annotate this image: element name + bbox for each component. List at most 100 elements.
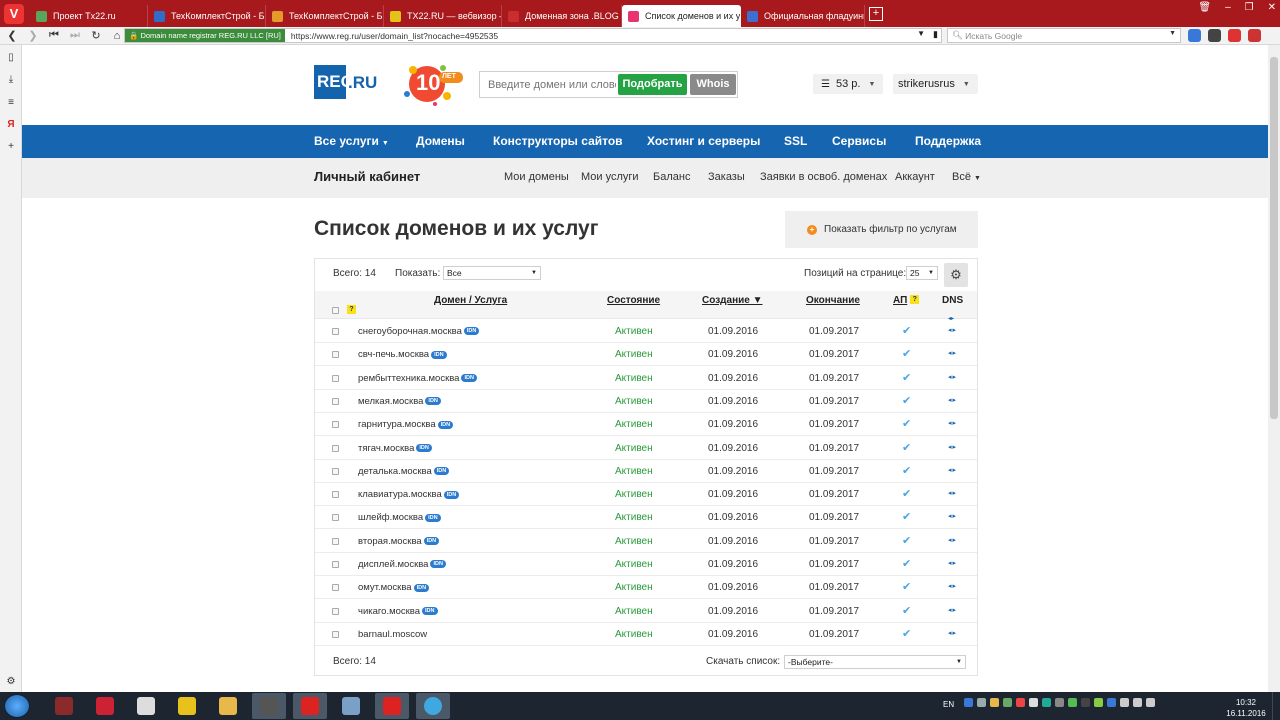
autorenew-check-icon[interactable]: ✔ xyxy=(902,487,911,500)
settings-icon[interactable]: ⚙ xyxy=(5,676,17,687)
nav-support[interactable]: Поддержка xyxy=(915,125,981,158)
taskbar-app-virtualbox[interactable] xyxy=(334,693,368,719)
new-tab-icon[interactable]: + xyxy=(869,6,883,21)
row-checkbox[interactable] xyxy=(332,537,339,545)
url-field[interactable]: 🔒 Domain name registrar REG.RU LLC [RU] … xyxy=(124,28,942,43)
cabinet-title[interactable]: Личный кабинет xyxy=(314,169,420,184)
search-engine-icon[interactable]: 🔍︎ xyxy=(952,30,965,41)
taskbar-app-batman[interactable] xyxy=(170,693,204,719)
tray-icon[interactable] xyxy=(1068,698,1077,707)
select-all-checkbox[interactable] xyxy=(332,307,339,314)
row-checkbox[interactable] xyxy=(332,514,339,522)
tray-icon[interactable] xyxy=(977,698,986,707)
dns-toggle-icon[interactable]: ◂▸ xyxy=(948,349,957,357)
subnav-my-domains[interactable]: Мои домены xyxy=(504,171,569,183)
col-created[interactable]: Создание ▼ xyxy=(702,295,763,306)
help-icon[interactable]: ? xyxy=(347,305,356,314)
col-expires[interactable]: Окончание xyxy=(806,295,860,306)
tray-icon[interactable] xyxy=(1081,698,1090,707)
table-row[interactable]: омут.москва IDN Активен 01.09.2016 01.09.201… xyxy=(315,576,977,600)
search-engine-field[interactable]: 🔍︎ Искать Google ▼ xyxy=(947,28,1181,43)
nav-hosting[interactable]: Хостинг и серверы xyxy=(647,125,760,158)
scrollbar-thumb[interactable] xyxy=(1270,57,1278,419)
dns-toggle-icon[interactable]: ◂▸ xyxy=(948,582,957,590)
table-row[interactable]: barnaul.moscow Активен 01.09.2016 01.09.201… xyxy=(315,623,977,646)
row-checkbox[interactable] xyxy=(332,630,339,638)
balance-dropdown[interactable]: ☰ 53 р. ▼ xyxy=(813,74,883,94)
show-select[interactable]: Все ▼ xyxy=(443,266,541,280)
tray-icon[interactable] xyxy=(964,698,973,707)
taskbar-app-sublime[interactable] xyxy=(252,693,286,719)
domain-cell[interactable]: вторая.москва IDN xyxy=(358,536,440,547)
domain-cell[interactable]: омут.москва IDN xyxy=(358,582,430,593)
network-icon[interactable] xyxy=(1133,698,1142,707)
secure-badge[interactable]: 🔒 Domain name registrar REG.RU LLC [RU] xyxy=(125,29,285,42)
dns-toggle-icon[interactable]: ◂▸ xyxy=(948,466,957,474)
table-row[interactable]: чикаго.москва IDN Активен 01.09.2016 01.09.2… xyxy=(315,600,977,623)
browser-tab[interactable]: TX22.RU — вебвизор — Я xyxy=(384,5,502,27)
domain-cell[interactable]: мелкая.москва IDN xyxy=(358,396,441,407)
tray-icon[interactable] xyxy=(1003,698,1012,707)
subnav-my-services[interactable]: Мои услуги xyxy=(581,171,639,183)
row-checkbox[interactable] xyxy=(332,584,339,592)
vivaldi-menu-icon[interactable]: V xyxy=(4,3,24,24)
extension-icon[interactable] xyxy=(1208,29,1221,42)
tray-icon[interactable] xyxy=(1094,698,1103,707)
browser-tab[interactable]: Официальная фладуиння xyxy=(741,5,865,27)
table-row[interactable]: тягач.москва IDN Активен 01.09.2016 01.09.20… xyxy=(315,437,977,460)
nav-ssl[interactable]: SSL xyxy=(784,125,807,158)
tray-icon[interactable] xyxy=(1107,698,1116,707)
row-checkbox[interactable] xyxy=(332,607,339,615)
nav-services[interactable]: Сервисы xyxy=(832,125,886,158)
dns-toggle-icon[interactable]: ◂▸ xyxy=(948,396,957,404)
dns-toggle-icon[interactable]: ◂▸ xyxy=(948,419,957,427)
translate-icon[interactable] xyxy=(1188,29,1201,42)
tray-icon[interactable] xyxy=(1029,698,1038,707)
dns-toggle-icon[interactable]: ◂▸ xyxy=(948,559,957,567)
dns-toggle-icon[interactable]: ◂▸ xyxy=(948,512,957,520)
autorenew-check-icon[interactable]: ✔ xyxy=(902,464,911,477)
tray-icon[interactable] xyxy=(1016,698,1025,707)
browser-tab[interactable]: ТехКомплектСтрой - Барн xyxy=(148,5,266,27)
dns-toggle-icon[interactable]: ◂▸ xyxy=(948,536,957,544)
autorenew-check-icon[interactable]: ✔ xyxy=(902,324,911,337)
autorenew-check-icon[interactable]: ✔ xyxy=(902,557,911,570)
autorenew-check-icon[interactable]: ✔ xyxy=(902,371,911,384)
per-page-select[interactable]: 25 ▼ xyxy=(906,266,938,280)
dns-toggle-icon[interactable]: ◂▸ xyxy=(948,606,957,614)
tray-icon[interactable] xyxy=(1120,698,1129,707)
taskbar-app-bookmark[interactable] xyxy=(88,693,122,719)
dns-toggle-icon[interactable]: ◂▸ xyxy=(948,326,957,334)
notes-icon[interactable]: ≡ xyxy=(5,97,17,108)
bookmark-icon[interactable]: ▮ xyxy=(933,29,938,40)
browser-tab[interactable]: Список доменов и их услу xyxy=(622,5,741,27)
table-settings-gear-icon[interactable]: ⚙ xyxy=(944,263,968,287)
table-row[interactable]: свч-печь.москва IDN Активен 01.09.2016 01.09… xyxy=(315,343,977,367)
row-checkbox[interactable] xyxy=(332,444,339,452)
tray-icon[interactable] xyxy=(1042,698,1051,707)
domain-cell[interactable]: деталька.москва IDN xyxy=(358,466,450,477)
domain-cell[interactable]: дисплей.москва IDN xyxy=(358,559,446,570)
autorenew-check-icon[interactable]: ✔ xyxy=(902,604,911,617)
autorenew-check-icon[interactable]: ✔ xyxy=(902,580,911,593)
subnav-all[interactable]: Всё ▼ xyxy=(952,171,981,183)
nav-domains[interactable]: Домены xyxy=(416,125,465,158)
close-icon[interactable]: ✕ xyxy=(1268,2,1276,13)
fast-forward-icon[interactable]: ⏭ xyxy=(66,29,84,42)
regru-logo[interactable]: REG .RU xyxy=(314,63,377,99)
tray-icon[interactable] xyxy=(1055,698,1064,707)
domain-cell[interactable]: клавиатура.москва IDN xyxy=(358,489,460,500)
dns-toggle-icon[interactable]: ◂▸ xyxy=(948,443,957,451)
download-select[interactable]: -Выберите- ▼ xyxy=(784,655,966,669)
taskbar-app-tool[interactable] xyxy=(129,693,163,719)
user-menu[interactable]: strikerusrus ▼ xyxy=(893,74,978,94)
dns-toggle-icon[interactable]: ◂▸ xyxy=(948,629,957,637)
language-indicator[interactable]: EN xyxy=(943,700,954,709)
add-panel-icon[interactable]: + xyxy=(5,141,17,152)
whois-button[interactable]: Whois xyxy=(690,74,736,95)
pick-domain-button[interactable]: Подобрать xyxy=(618,74,687,95)
col-status[interactable]: Состояние xyxy=(607,295,660,306)
search-dropdown-icon[interactable]: ▼ xyxy=(1169,30,1176,37)
domain-cell[interactable]: рембыттехника.москва IDN xyxy=(358,373,477,384)
nav-all-services[interactable]: Все услуги ▼ xyxy=(314,125,389,158)
